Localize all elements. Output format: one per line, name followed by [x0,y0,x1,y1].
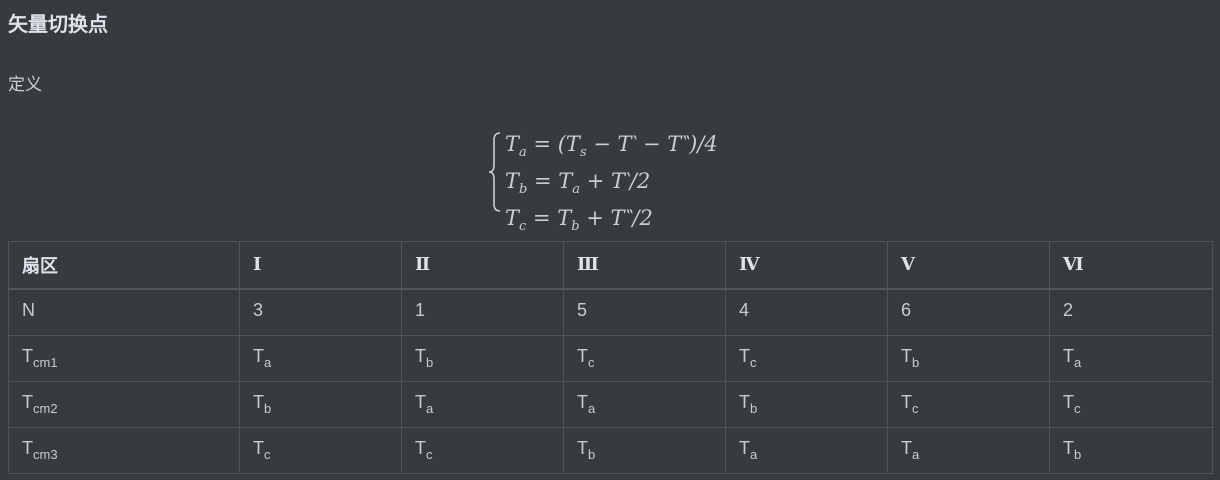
table-cell: Tb [1049,426,1213,474]
page-title: 矢量切换点 [8,12,108,36]
table-cell: Tb [239,380,402,428]
table-cell: Ta [563,380,726,428]
table-row: Tcm1 Ta Tb Tc Tc Tb Ta [8,334,1213,382]
table-cell: 1 [401,288,564,336]
table-cell: Tb [887,334,1050,382]
sector-switch-table: 扇区 Ⅰ Ⅱ Ⅲ Ⅳ Ⅴ Ⅵ N 3 1 5 4 6 2 Tcm1 Ta Tb … [8,241,1213,474]
equation-tc: Tc = Tb + T‶/2 [505,206,653,234]
table-cell: 3 [239,288,402,336]
table-cell: Tb [401,334,564,382]
table-cell: Tc [563,334,726,382]
table-cell: 6 [887,288,1050,336]
table-cell: Ta [887,426,1050,474]
table-cell: Tb [563,426,726,474]
table-cell: Tcm1 [8,334,240,382]
table-header-row: 扇区 Ⅰ Ⅱ Ⅲ Ⅳ Ⅴ Ⅵ [8,241,1213,290]
equation-tb: Tb = Ta + T‵/2 [505,169,651,197]
equation-ta: Ta = (Ts − T‵ − T‶)/4 [505,132,718,160]
header-sector-4: Ⅳ [725,241,888,290]
table-cell: Ta [725,426,888,474]
table-cell: Ta [1049,334,1213,382]
table-cell: 2 [1049,288,1213,336]
table-row: Tcm2 Tb Ta Ta Tb Tc Tc [8,380,1213,428]
table-row: Tcm3 Tc Tc Tb Ta Ta Tb [8,426,1213,474]
definition-label: 定义 [8,75,42,95]
header-sector-5: Ⅴ [887,241,1050,290]
table-cell: Ta [401,380,564,428]
header-sector: 扇区 [8,241,240,290]
left-brace-icon [488,132,501,212]
table-cell: Tc [887,380,1050,428]
table-cell: 5 [563,288,726,336]
table-cell: Tc [239,426,402,474]
table-cell: 4 [725,288,888,336]
table-cell: N [8,288,240,336]
header-sector-3: Ⅲ [563,241,726,290]
table-cell: Tc [725,334,888,382]
table-row: N 3 1 5 4 6 2 [8,288,1213,336]
header-sector-6: Ⅵ [1049,241,1213,290]
header-sector-2: Ⅱ [401,241,564,290]
table-cell: Tc [401,426,564,474]
header-sector-1: Ⅰ [239,241,402,290]
equation-block: Ta = (Ts − T‵ − T‶)/4 Tb = Ta + T‵/2 Tc … [487,130,767,234]
table-cell: Tcm2 [8,380,240,428]
table-cell: Tc [1049,380,1213,428]
table-cell: Tb [725,380,888,428]
table-cell: Ta [239,334,402,382]
table-cell: Tcm3 [8,426,240,474]
